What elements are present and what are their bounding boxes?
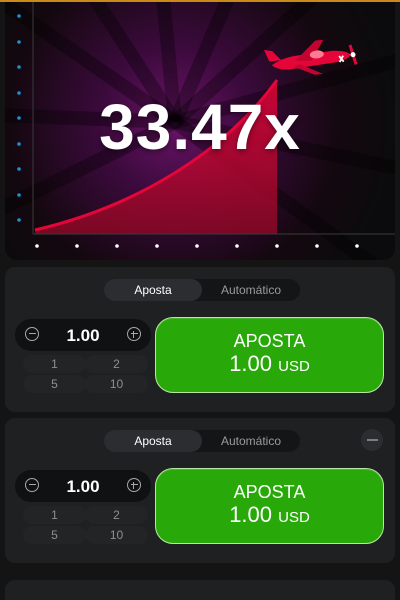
amount-stepper: 1.00 <box>15 470 151 502</box>
quick-amount-1[interactable]: 1 <box>23 506 86 524</box>
plus-circle-icon[interactable] <box>127 478 141 492</box>
bet-button-currency: USD <box>278 508 310 526</box>
quick-amount-10[interactable]: 10 <box>85 375 148 393</box>
quick-amount-5[interactable]: 5 <box>23 526 86 544</box>
next-panel-edge <box>5 580 395 600</box>
remove-bet-icon[interactable] <box>361 429 383 451</box>
plus-circle-icon[interactable] <box>127 327 141 341</box>
bet-amount-input[interactable]: 1.00 <box>45 477 121 497</box>
minus-circle-icon[interactable] <box>25 327 39 341</box>
quick-amount-2[interactable]: 2 <box>85 355 148 373</box>
bet-button-amount: 1.00 USD <box>229 502 310 531</box>
bet-button-value: 1.00 <box>229 501 273 527</box>
quick-amount-2[interactable]: 2 <box>85 506 148 524</box>
bet-amount-input[interactable]: 1.00 <box>45 326 121 346</box>
place-bet-button[interactable]: APOSTA 1.00 USD <box>155 468 384 544</box>
multiplier-display: 33.47x <box>99 91 301 163</box>
bet-button-label: APOSTA <box>233 481 306 502</box>
bet-button-amount: 1.00 USD <box>229 351 310 380</box>
tab-automatico[interactable]: Automático <box>202 279 300 301</box>
tab-automatico[interactable]: Automático <box>202 430 300 452</box>
bet-mode-tabs: Aposta Automático <box>104 279 300 301</box>
bet-button-value: 1.00 <box>229 350 273 376</box>
tab-aposta[interactable]: Aposta <box>104 279 202 301</box>
quick-amount-5[interactable]: 5 <box>23 375 86 393</box>
minus-circle-icon[interactable] <box>25 478 39 492</box>
bet-mode-tabs: Aposta Automático <box>104 430 300 452</box>
tab-aposta[interactable]: Aposta <box>104 430 202 452</box>
bet-button-currency: USD <box>278 357 310 375</box>
quick-amount-10[interactable]: 10 <box>85 526 148 544</box>
amount-stepper: 1.00 <box>15 319 151 351</box>
bet-panel-2: Aposta Automático 1.00 1 2 5 10 APOSTA 1… <box>5 418 395 563</box>
place-bet-button[interactable]: APOSTA 1.00 USD <box>155 317 384 393</box>
bet-button-label: APOSTA <box>233 330 306 351</box>
game-canvas: 33.47x <box>5 2 395 260</box>
bet-panel-1: Aposta Automático 1.00 1 2 5 10 APOSTA 1… <box>5 267 395 412</box>
quick-amount-1[interactable]: 1 <box>23 355 86 373</box>
